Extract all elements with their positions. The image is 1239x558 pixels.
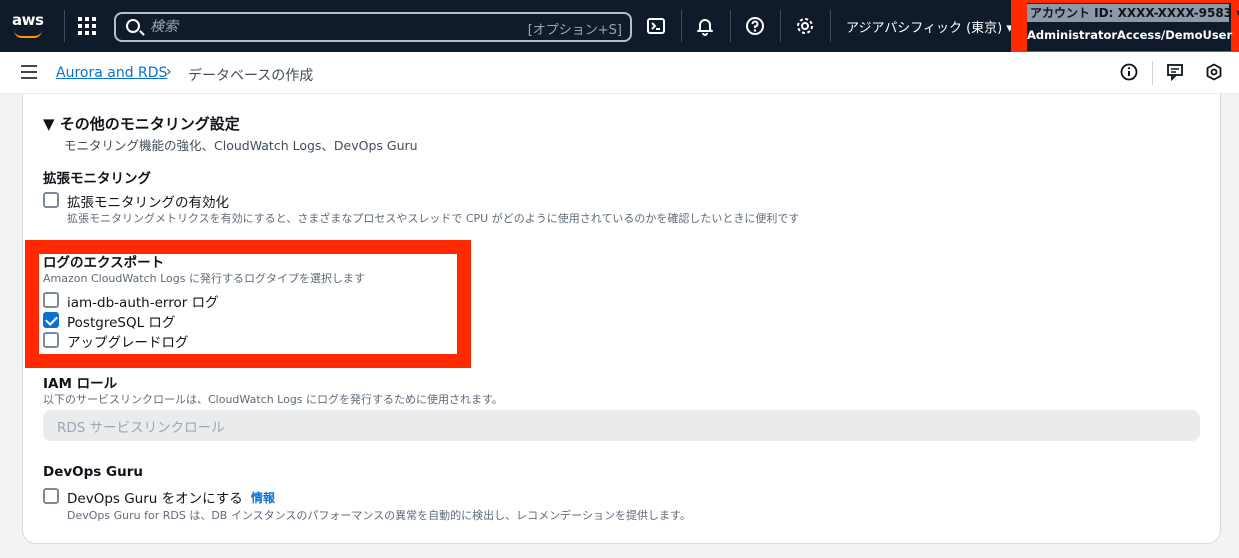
divider [830,10,831,42]
section-title-expand-toggle[interactable]: ▼ その他のモニタリング設定 [43,113,240,134]
devops-guru-description: DevOps Guru for RDS は、DB インスタンスのパフォーマンスの… [67,509,691,522]
gear-icon[interactable] [795,16,815,36]
search-icon [126,19,140,33]
log-option-label-upgrade[interactable]: アップグレードログ [67,331,189,351]
account-id[interactable]: アカウント ID: XXXX-XXXX-9583 ▾ [1027,4,1239,22]
notifications-hexagon-icon[interactable] [1205,63,1223,81]
divider [780,10,781,42]
feedback-icon[interactable] [1166,63,1184,82]
aws-smile-icon [14,30,42,38]
enhanced-monitoring-checkbox[interactable] [43,192,59,208]
devops-guru-label: DevOps Guru [43,464,143,480]
log-option-label-postgresql[interactable]: PostgreSQL ログ [67,311,175,331]
iam-role-description: 以下のサービスリンクロールは、CloudWatch Logs にログを発行するた… [43,393,503,406]
divider [681,10,682,42]
log-option-checkbox-postgresql[interactable] [43,312,59,328]
devops-guru-info-link[interactable]: 情報 [251,489,275,506]
breadcrumb-current: データベースの作成 [188,68,314,84]
log-option-checkbox-iam-db-auth-error[interactable] [43,292,59,308]
log-export-label: ログのエクスポート [43,255,165,271]
log-option-checkbox-upgrade[interactable] [43,332,59,348]
log-option-label-iam-db-auth-error[interactable]: iam-db-auth-error ログ [67,291,219,311]
iam-role-label: IAM ロール [43,376,118,392]
log-export-description: Amazon CloudWatch Logs に発行するログタイプを選択します [43,272,365,285]
divider [1152,61,1153,85]
help-icon[interactable] [745,16,765,36]
aws-logo-text: aws [12,11,44,29]
bell-icon[interactable] [695,16,715,36]
section-subtitle: モニタリング機能の強化、CloudWatch Logs、DevOps Guru [64,138,418,153]
grid-icon[interactable] [78,17,96,35]
breadcrumb-link-aurora-rds[interactable]: Aurora and RDS [56,65,167,81]
enhanced-monitoring-label: 拡張モニタリング [43,171,151,187]
menu-icon[interactable] [21,65,37,79]
iam-role-value: RDS サービスリンクロール [57,420,225,436]
chevron-right-icon: › [166,64,172,80]
region-selector[interactable]: アジアパシフィック (東京) ▾ [846,17,1013,36]
iam-role-field: RDS サービスリンクロール [43,410,1200,441]
divider [64,10,65,42]
enhanced-monitoring-description: 拡張モニタリングメトリクスを有効にすると、さまざまなプロセスやスレッドで CPU… [67,212,800,225]
devops-guru-checkbox[interactable] [43,488,59,504]
breadcrumb-bar: Aurora and RDS › データベースの作成 [0,52,1239,94]
devops-guru-checkbox-label[interactable]: DevOps Guru をオンにする [67,487,243,507]
enhanced-monitoring-checkbox-label[interactable]: 拡張モニタリングの有効化 [67,191,229,211]
aws-logo[interactable]: aws [12,10,52,40]
search-input[interactable] [150,17,530,37]
info-icon[interactable] [1120,63,1138,81]
search-box[interactable]: [オプション+S] [114,12,632,42]
cloudshell-icon[interactable] [646,16,666,36]
divider [730,10,731,42]
search-shortcut-hint: [オプション+S] [527,23,622,38]
account-role: AdministratorAccess/DemoUser [1027,28,1233,42]
